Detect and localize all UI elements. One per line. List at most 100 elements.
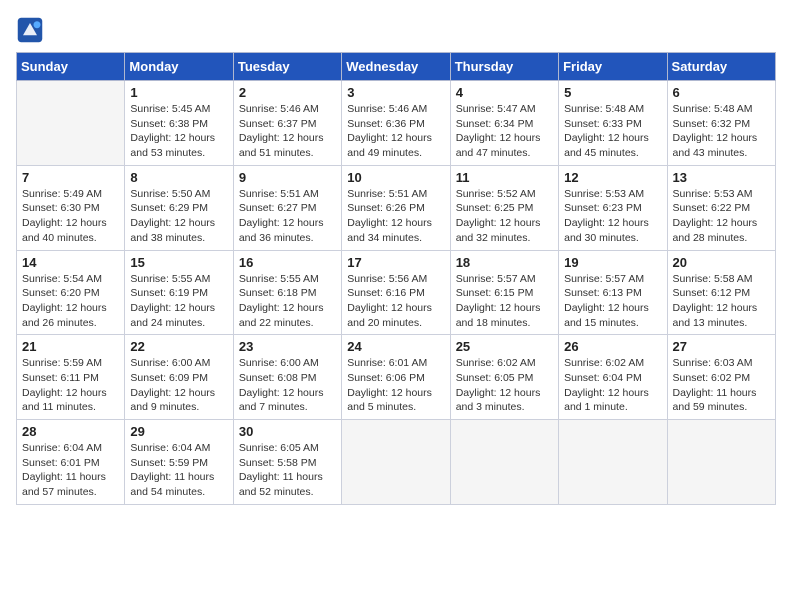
calendar-week-row: 28 Sunrise: 6:04 AM Sunset: 6:01 PM Dayli… bbox=[17, 420, 776, 505]
day-info: Sunrise: 5:52 AM Sunset: 6:25 PM Dayligh… bbox=[456, 187, 553, 246]
calendar-cell: 5 Sunrise: 5:48 AM Sunset: 6:33 PM Daylig… bbox=[559, 81, 667, 166]
day-number: 28 bbox=[22, 424, 119, 439]
day-info: Sunrise: 5:53 AM Sunset: 6:22 PM Dayligh… bbox=[673, 187, 770, 246]
day-info: Sunrise: 5:51 AM Sunset: 6:27 PM Dayligh… bbox=[239, 187, 336, 246]
calendar-cell bbox=[342, 420, 450, 505]
calendar-cell: 13 Sunrise: 5:53 AM Sunset: 6:22 PM Dayli… bbox=[667, 165, 775, 250]
day-number: 12 bbox=[564, 170, 661, 185]
calendar-cell: 8Sunrise: 5:50 AM Sunset: 6:29 PM Daylig… bbox=[125, 165, 233, 250]
day-number: 27 bbox=[673, 339, 770, 354]
calendar-cell: 3Sunrise: 5:46 AM Sunset: 6:36 PM Daylig… bbox=[342, 81, 450, 166]
calendar-cell: 19 Sunrise: 5:57 AM Sunset: 6:13 PM Dayli… bbox=[559, 250, 667, 335]
day-number: 4 bbox=[456, 85, 553, 100]
day-info: Sunrise: 5:48 AM Sunset: 6:32 PM Dayligh… bbox=[673, 102, 770, 161]
weekday-header-sunday: Sunday bbox=[17, 53, 125, 81]
day-number: 24 bbox=[347, 339, 444, 354]
day-number: 11 bbox=[456, 170, 553, 185]
day-info: Sunrise: 5:46 AM Sunset: 6:36 PM Dayligh… bbox=[347, 102, 444, 161]
day-number: 20 bbox=[673, 255, 770, 270]
calendar-cell: 27 Sunrise: 6:03 AM Sunset: 6:02 PM Dayli… bbox=[667, 335, 775, 420]
calendar-cell: 15 Sunrise: 5:55 AM Sunset: 6:19 PM Dayli… bbox=[125, 250, 233, 335]
calendar-cell: 24Sunrise: 6:01 AM Sunset: 6:06 PM Dayli… bbox=[342, 335, 450, 420]
day-number: 16 bbox=[239, 255, 336, 270]
calendar-cell: 10 Sunrise: 5:51 AM Sunset: 6:26 PM Dayli… bbox=[342, 165, 450, 250]
calendar-cell: 6 Sunrise: 5:48 AM Sunset: 6:32 PM Daylig… bbox=[667, 81, 775, 166]
calendar-cell: 1Sunrise: 5:45 AM Sunset: 6:38 PM Daylig… bbox=[125, 81, 233, 166]
day-info: Sunrise: 6:02 AM Sunset: 6:04 PM Dayligh… bbox=[564, 356, 661, 415]
calendar-cell: 9 Sunrise: 5:51 AM Sunset: 6:27 PM Daylig… bbox=[233, 165, 341, 250]
day-info: Sunrise: 6:04 AM Sunset: 6:01 PM Dayligh… bbox=[22, 441, 119, 500]
calendar-cell: 16Sunrise: 5:55 AM Sunset: 6:18 PM Dayli… bbox=[233, 250, 341, 335]
day-number: 10 bbox=[347, 170, 444, 185]
calendar-cell: 2Sunrise: 5:46 AM Sunset: 6:37 PM Daylig… bbox=[233, 81, 341, 166]
day-number: 9 bbox=[239, 170, 336, 185]
day-info: Sunrise: 5:49 AM Sunset: 6:30 PM Dayligh… bbox=[22, 187, 119, 246]
day-info: Sunrise: 6:00 AM Sunset: 6:09 PM Dayligh… bbox=[130, 356, 227, 415]
day-number: 15 bbox=[130, 255, 227, 270]
calendar-cell: 28 Sunrise: 6:04 AM Sunset: 6:01 PM Dayli… bbox=[17, 420, 125, 505]
day-number: 8 bbox=[130, 170, 227, 185]
calendar-week-row: 1Sunrise: 5:45 AM Sunset: 6:38 PM Daylig… bbox=[17, 81, 776, 166]
day-number: 13 bbox=[673, 170, 770, 185]
weekday-header-thursday: Thursday bbox=[450, 53, 558, 81]
calendar-cell: 30Sunrise: 6:05 AM Sunset: 5:58 PM Dayli… bbox=[233, 420, 341, 505]
day-info: Sunrise: 5:55 AM Sunset: 6:19 PM Dayligh… bbox=[130, 272, 227, 331]
calendar-week-row: 21 Sunrise: 5:59 AM Sunset: 6:11 PM Dayli… bbox=[17, 335, 776, 420]
day-number: 25 bbox=[456, 339, 553, 354]
calendar-cell: 25Sunrise: 6:02 AM Sunset: 6:05 PM Dayli… bbox=[450, 335, 558, 420]
calendar-cell: 14 Sunrise: 5:54 AM Sunset: 6:20 PM Dayli… bbox=[17, 250, 125, 335]
day-info: Sunrise: 5:56 AM Sunset: 6:16 PM Dayligh… bbox=[347, 272, 444, 331]
day-info: Sunrise: 5:47 AM Sunset: 6:34 PM Dayligh… bbox=[456, 102, 553, 161]
day-number: 19 bbox=[564, 255, 661, 270]
calendar-cell: 20 Sunrise: 5:58 AM Sunset: 6:12 PM Dayli… bbox=[667, 250, 775, 335]
calendar-cell bbox=[17, 81, 125, 166]
logo-icon bbox=[16, 16, 44, 44]
calendar-cell: 26 Sunrise: 6:02 AM Sunset: 6:04 PM Dayli… bbox=[559, 335, 667, 420]
weekday-header-wednesday: Wednesday bbox=[342, 53, 450, 81]
day-number: 30 bbox=[239, 424, 336, 439]
calendar-cell: 29 Sunrise: 6:04 AM Sunset: 5:59 PM Dayli… bbox=[125, 420, 233, 505]
day-info: Sunrise: 5:58 AM Sunset: 6:12 PM Dayligh… bbox=[673, 272, 770, 331]
calendar-cell: 4 Sunrise: 5:47 AM Sunset: 6:34 PM Daylig… bbox=[450, 81, 558, 166]
day-number: 6 bbox=[673, 85, 770, 100]
weekday-header-saturday: Saturday bbox=[667, 53, 775, 81]
day-info: Sunrise: 6:03 AM Sunset: 6:02 PM Dayligh… bbox=[673, 356, 770, 415]
day-info: Sunrise: 5:54 AM Sunset: 6:20 PM Dayligh… bbox=[22, 272, 119, 331]
day-info: Sunrise: 6:00 AM Sunset: 6:08 PM Dayligh… bbox=[239, 356, 336, 415]
weekday-header-monday: Monday bbox=[125, 53, 233, 81]
calendar-cell: 22 Sunrise: 6:00 AM Sunset: 6:09 PM Dayli… bbox=[125, 335, 233, 420]
day-number: 17 bbox=[347, 255, 444, 270]
day-number: 14 bbox=[22, 255, 119, 270]
weekday-header-row: SundayMondayTuesdayWednesdayThursdayFrid… bbox=[17, 53, 776, 81]
day-number: 7 bbox=[22, 170, 119, 185]
day-info: Sunrise: 5:53 AM Sunset: 6:23 PM Dayligh… bbox=[564, 187, 661, 246]
header bbox=[16, 16, 776, 44]
calendar-cell: 7 Sunrise: 5:49 AM Sunset: 6:30 PM Daylig… bbox=[17, 165, 125, 250]
calendar-cell: 21 Sunrise: 5:59 AM Sunset: 6:11 PM Dayli… bbox=[17, 335, 125, 420]
calendar-cell bbox=[667, 420, 775, 505]
day-info: Sunrise: 5:59 AM Sunset: 6:11 PM Dayligh… bbox=[22, 356, 119, 415]
day-info: Sunrise: 6:04 AM Sunset: 5:59 PM Dayligh… bbox=[130, 441, 227, 500]
weekday-header-friday: Friday bbox=[559, 53, 667, 81]
calendar-cell bbox=[559, 420, 667, 505]
day-number: 1 bbox=[130, 85, 227, 100]
calendar-cell: 23Sunrise: 6:00 AM Sunset: 6:08 PM Dayli… bbox=[233, 335, 341, 420]
day-number: 26 bbox=[564, 339, 661, 354]
calendar-cell: 12 Sunrise: 5:53 AM Sunset: 6:23 PM Dayli… bbox=[559, 165, 667, 250]
calendar-cell bbox=[450, 420, 558, 505]
day-number: 2 bbox=[239, 85, 336, 100]
day-info: Sunrise: 5:48 AM Sunset: 6:33 PM Dayligh… bbox=[564, 102, 661, 161]
day-info: Sunrise: 5:57 AM Sunset: 6:13 PM Dayligh… bbox=[564, 272, 661, 331]
logo bbox=[16, 16, 48, 44]
calendar-table: SundayMondayTuesdayWednesdayThursdayFrid… bbox=[16, 52, 776, 505]
day-number: 18 bbox=[456, 255, 553, 270]
day-number: 5 bbox=[564, 85, 661, 100]
calendar-cell: 18 Sunrise: 5:57 AM Sunset: 6:15 PM Dayli… bbox=[450, 250, 558, 335]
day-number: 29 bbox=[130, 424, 227, 439]
calendar-cell: 11 Sunrise: 5:52 AM Sunset: 6:25 PM Dayli… bbox=[450, 165, 558, 250]
day-number: 22 bbox=[130, 339, 227, 354]
day-number: 21 bbox=[22, 339, 119, 354]
day-info: Sunrise: 5:51 AM Sunset: 6:26 PM Dayligh… bbox=[347, 187, 444, 246]
weekday-header-tuesday: Tuesday bbox=[233, 53, 341, 81]
day-info: Sunrise: 5:57 AM Sunset: 6:15 PM Dayligh… bbox=[456, 272, 553, 331]
